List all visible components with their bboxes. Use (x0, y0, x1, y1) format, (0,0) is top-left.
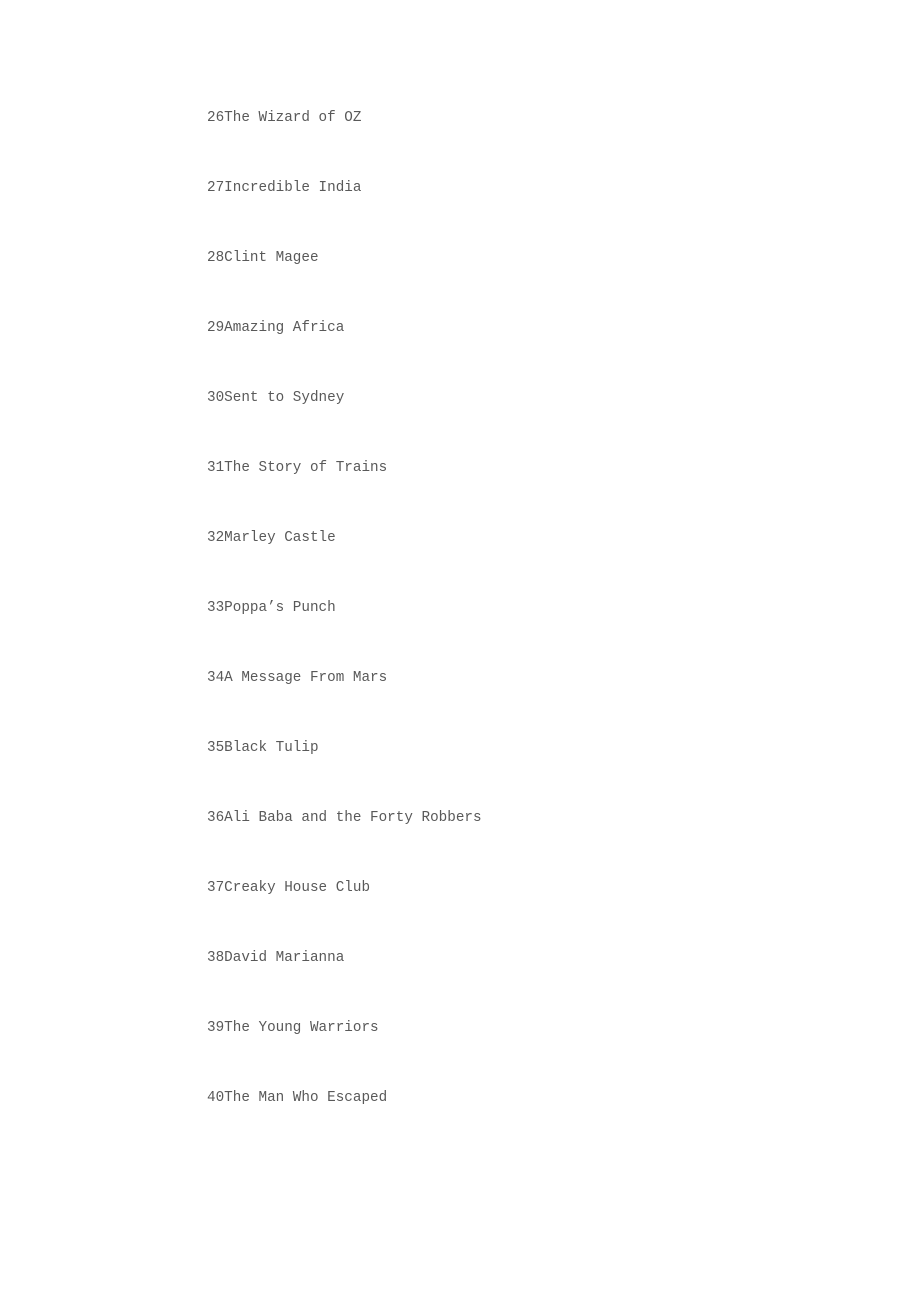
list-item: 36Ali Baba and the Forty Robbers (207, 804, 860, 874)
list-item-number: 26 (207, 110, 225, 126)
list-item-title: The Man Who Escaped (224, 1090, 388, 1106)
list-item-number: 30 (207, 390, 225, 406)
list-item: 39The Young Warriors (207, 1014, 860, 1084)
list-item-number: 31 (207, 460, 225, 476)
list-item-title: Ali Baba and the Forty Robbers (224, 810, 482, 826)
list-item-title: Marley Castle (224, 530, 336, 546)
list-item-number: 36 (207, 810, 225, 826)
list-item-number: 37 (207, 880, 225, 896)
list-item-number: 29 (207, 320, 225, 336)
list-item: 33Poppa’s Punch (207, 594, 860, 664)
list-item-title: The Young Warriors (224, 1020, 379, 1036)
list-item: 29Amazing Africa (207, 314, 860, 384)
list-item-title: David Marianna (224, 950, 345, 966)
list-item-title: The Story of Trains (224, 460, 388, 476)
list-item-title: The Wizard of OZ (224, 110, 362, 126)
list-item-number: 28 (207, 250, 225, 266)
list-item-title: Amazing Africa (224, 320, 345, 336)
list-item-title: Black Tulip (224, 740, 319, 756)
entry-list: 26The Wizard of OZ 27Incredible India 28Cl… (207, 104, 860, 1154)
list-item-number: 39 (207, 1020, 225, 1036)
list-item-title: Clint Magee (224, 250, 319, 266)
list-item-title: Incredible India (224, 180, 362, 196)
list-item: 28Clint Magee (207, 244, 860, 314)
list-item: 32Marley Castle (207, 524, 860, 594)
list-item-number: 35 (207, 740, 225, 756)
document-page: 26The Wizard of OZ 27Incredible India 28Cl… (0, 0, 920, 1302)
list-item: 31The Story of Trains (207, 454, 860, 524)
list-item: 34A Message From Mars (207, 664, 860, 734)
list-item: 30Sent to Sydney (207, 384, 860, 454)
list-item: 40The Man Who Escaped (207, 1084, 860, 1154)
list-item-title: Creaky House Club (224, 880, 371, 896)
list-item: 27Incredible India (207, 174, 860, 244)
list-item-number: 33 (207, 600, 225, 616)
list-item-number: 38 (207, 950, 225, 966)
list-item: 35Black Tulip (207, 734, 860, 804)
list-item-number: 27 (207, 180, 225, 196)
list-item: 26The Wizard of OZ (207, 104, 860, 174)
list-item-number: 34 (207, 670, 225, 686)
list-item-title: Sent to Sydney (224, 390, 345, 406)
list-item-title: Poppa’s Punch (224, 600, 336, 616)
list-item: 37Creaky House Club (207, 874, 860, 944)
list-item: 38David Marianna (207, 944, 860, 1014)
list-item-title: A Message From Mars (224, 670, 388, 686)
list-item-number: 32 (207, 530, 225, 546)
list-item-number: 40 (207, 1090, 225, 1106)
